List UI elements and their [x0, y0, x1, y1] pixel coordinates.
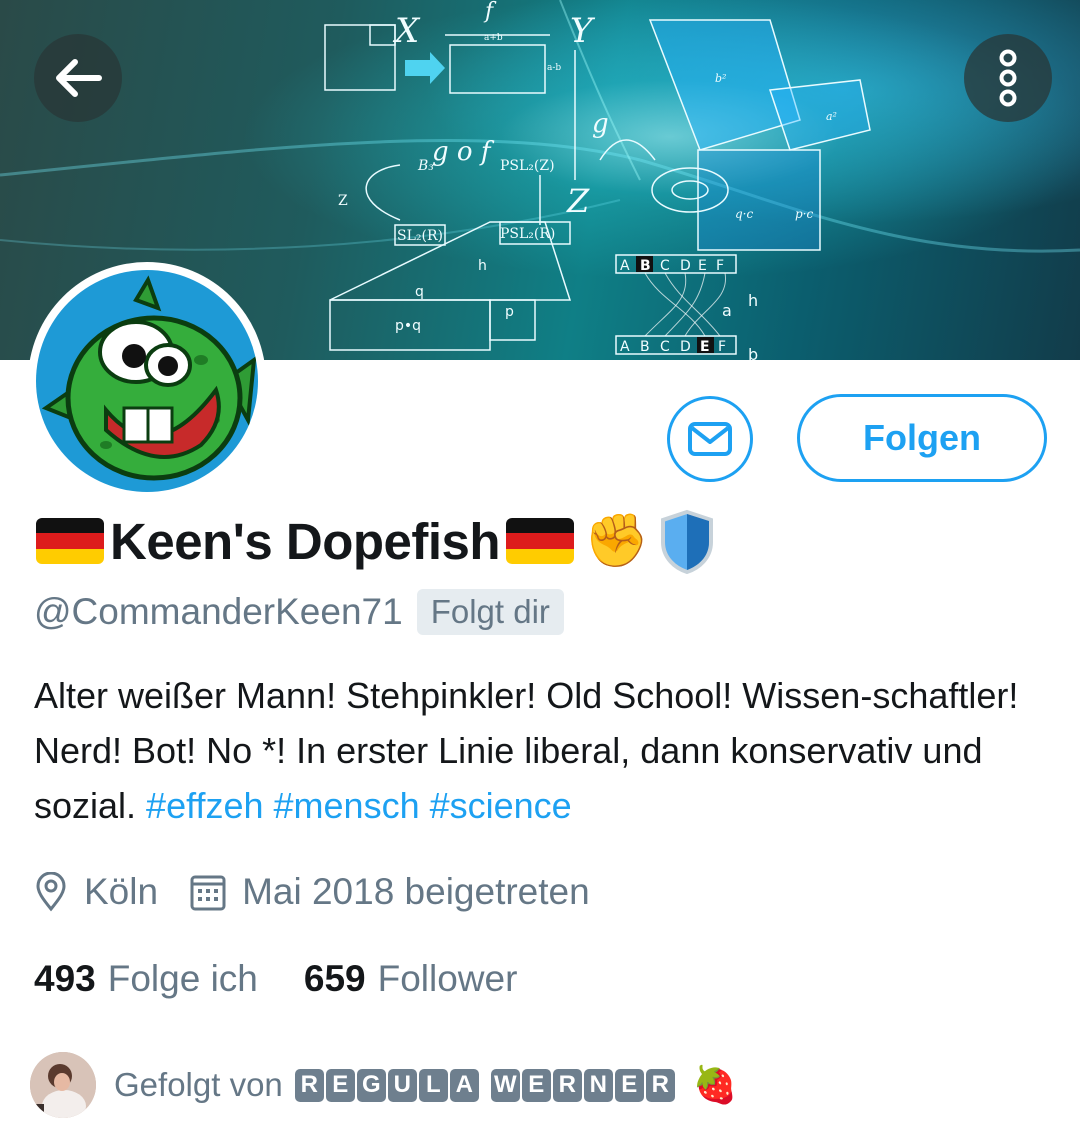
name-letter: W: [490, 1068, 520, 1102]
svg-text:g o f: g o f: [432, 137, 495, 167]
name-letter: R: [294, 1068, 324, 1102]
name-letter: E: [521, 1068, 551, 1102]
shield-icon: [660, 509, 713, 574]
hashtag-link[interactable]: #science: [430, 785, 572, 826]
svg-text:b²: b²: [715, 72, 726, 85]
message-button[interactable]: [667, 396, 753, 482]
svg-text:q·c: q·c: [735, 207, 753, 221]
envelope-icon: [688, 422, 732, 456]
display-name: Keen's Dopefish: [110, 512, 501, 570]
svg-text:C: C: [660, 258, 670, 274]
svg-text:F: F: [718, 339, 726, 355]
dopefish-picture: [41, 275, 257, 481]
svg-text:X: X: [392, 11, 421, 51]
following-count: 493: [34, 958, 96, 999]
svg-text:D: D: [680, 339, 691, 355]
calendar-icon: [190, 873, 226, 911]
svg-text:Z: Z: [338, 193, 348, 209]
back-button[interactable]: [34, 34, 122, 122]
followed-by-label: Gefolgt von: [114, 1066, 283, 1103]
user-handle: @CommanderKeen71: [34, 591, 403, 632]
map-pin-icon: [34, 872, 68, 912]
profile-meta: Köln Mai 2018 beigetreten: [34, 864, 590, 920]
svg-text:a+b: a+b: [484, 33, 503, 43]
svg-text:D: D: [680, 258, 691, 274]
follow-stats: 493 Folge ich 659 Follower: [34, 952, 517, 1006]
name-letter: E: [614, 1068, 644, 1102]
germany-flag-icon: [506, 518, 575, 564]
svg-text:p·c: p·c: [795, 207, 813, 221]
svg-text:g: g: [592, 109, 609, 139]
svg-text:B: B: [640, 258, 651, 274]
name-letter: G: [356, 1068, 386, 1102]
name-letter: A: [449, 1068, 479, 1102]
name-letter: R: [552, 1068, 582, 1102]
arrow-left-icon: [56, 59, 102, 97]
more-options-button[interactable]: [964, 34, 1052, 122]
svg-text:E: E: [700, 339, 710, 355]
svg-text:a²: a²: [826, 110, 837, 123]
following-link[interactable]: 493 Folge ich: [34, 958, 258, 1000]
name-letter: L: [418, 1068, 448, 1102]
svg-text:h: h: [478, 258, 487, 274]
joined-date: Mai 2018 beigetreten: [242, 871, 590, 912]
svg-text:h: h: [748, 291, 758, 310]
name-letter: E: [325, 1068, 355, 1102]
followers-link[interactable]: 659 Follower: [304, 958, 518, 1000]
strawberry-icon: 🍓: [692, 1064, 738, 1105]
follower-name: R E G U L A W E R N E R: [294, 1068, 677, 1102]
svg-text:p: p: [505, 304, 514, 320]
svg-text:B₃: B₃: [417, 158, 434, 174]
follows-you-badge: Folgt dir: [416, 589, 564, 635]
svg-text:F: F: [716, 258, 724, 274]
more-vertical-icon: [999, 49, 1017, 107]
profile-avatar[interactable]: [28, 262, 266, 500]
svg-text:SL₂(R): SL₂(R): [397, 228, 443, 244]
svg-text:Z: Z: [566, 182, 590, 220]
follower-avatar: [30, 1052, 96, 1118]
name-letter: U: [387, 1068, 417, 1102]
germany-flag-icon: [36, 518, 104, 564]
name-letter: N: [583, 1068, 613, 1102]
svg-text:E: E: [698, 258, 707, 274]
svg-text:f: f: [483, 0, 497, 24]
followers-label: Follower: [377, 958, 518, 999]
svg-text:C: C: [660, 339, 670, 355]
display-name-row: Keen's Dopefish ✊: [36, 508, 717, 574]
svg-text:PSL₂(R): PSL₂(R): [500, 226, 555, 242]
svg-text:p•q: p•q: [395, 318, 421, 334]
svg-text:PSL₂(Z): PSL₂(Z): [500, 158, 555, 174]
svg-text:A: A: [620, 258, 630, 274]
svg-text:q: q: [415, 284, 424, 300]
handle-row: @CommanderKeen71 Folgt dir: [34, 586, 564, 638]
avatar-image: [36, 270, 258, 492]
following-label: Folge ich: [107, 958, 258, 999]
svg-text:a: a: [722, 301, 732, 320]
followers-count: 659: [303, 958, 366, 999]
hashtag-link[interactable]: #mensch: [274, 785, 420, 826]
svg-text:a-b: a-b: [547, 63, 561, 73]
raised-fist-icon: ✊: [584, 512, 649, 570]
hashtag-link[interactable]: #effzeh: [146, 785, 263, 826]
follow-button[interactable]: Folgen: [797, 394, 1047, 482]
svg-text:B: B: [640, 339, 650, 355]
location-text: Köln: [84, 871, 159, 912]
profile-bio: Alter weißer Mann! Stehpinkler! Old Scho…: [34, 668, 1044, 833]
svg-text:b: b: [748, 345, 758, 360]
followed-by-row[interactable]: Gefolgt von R E G U L A W E R N E R 🍓: [30, 1052, 738, 1118]
svg-text:A: A: [620, 339, 630, 355]
name-letter: R: [645, 1068, 675, 1102]
svg-text:Y: Y: [570, 11, 596, 51]
